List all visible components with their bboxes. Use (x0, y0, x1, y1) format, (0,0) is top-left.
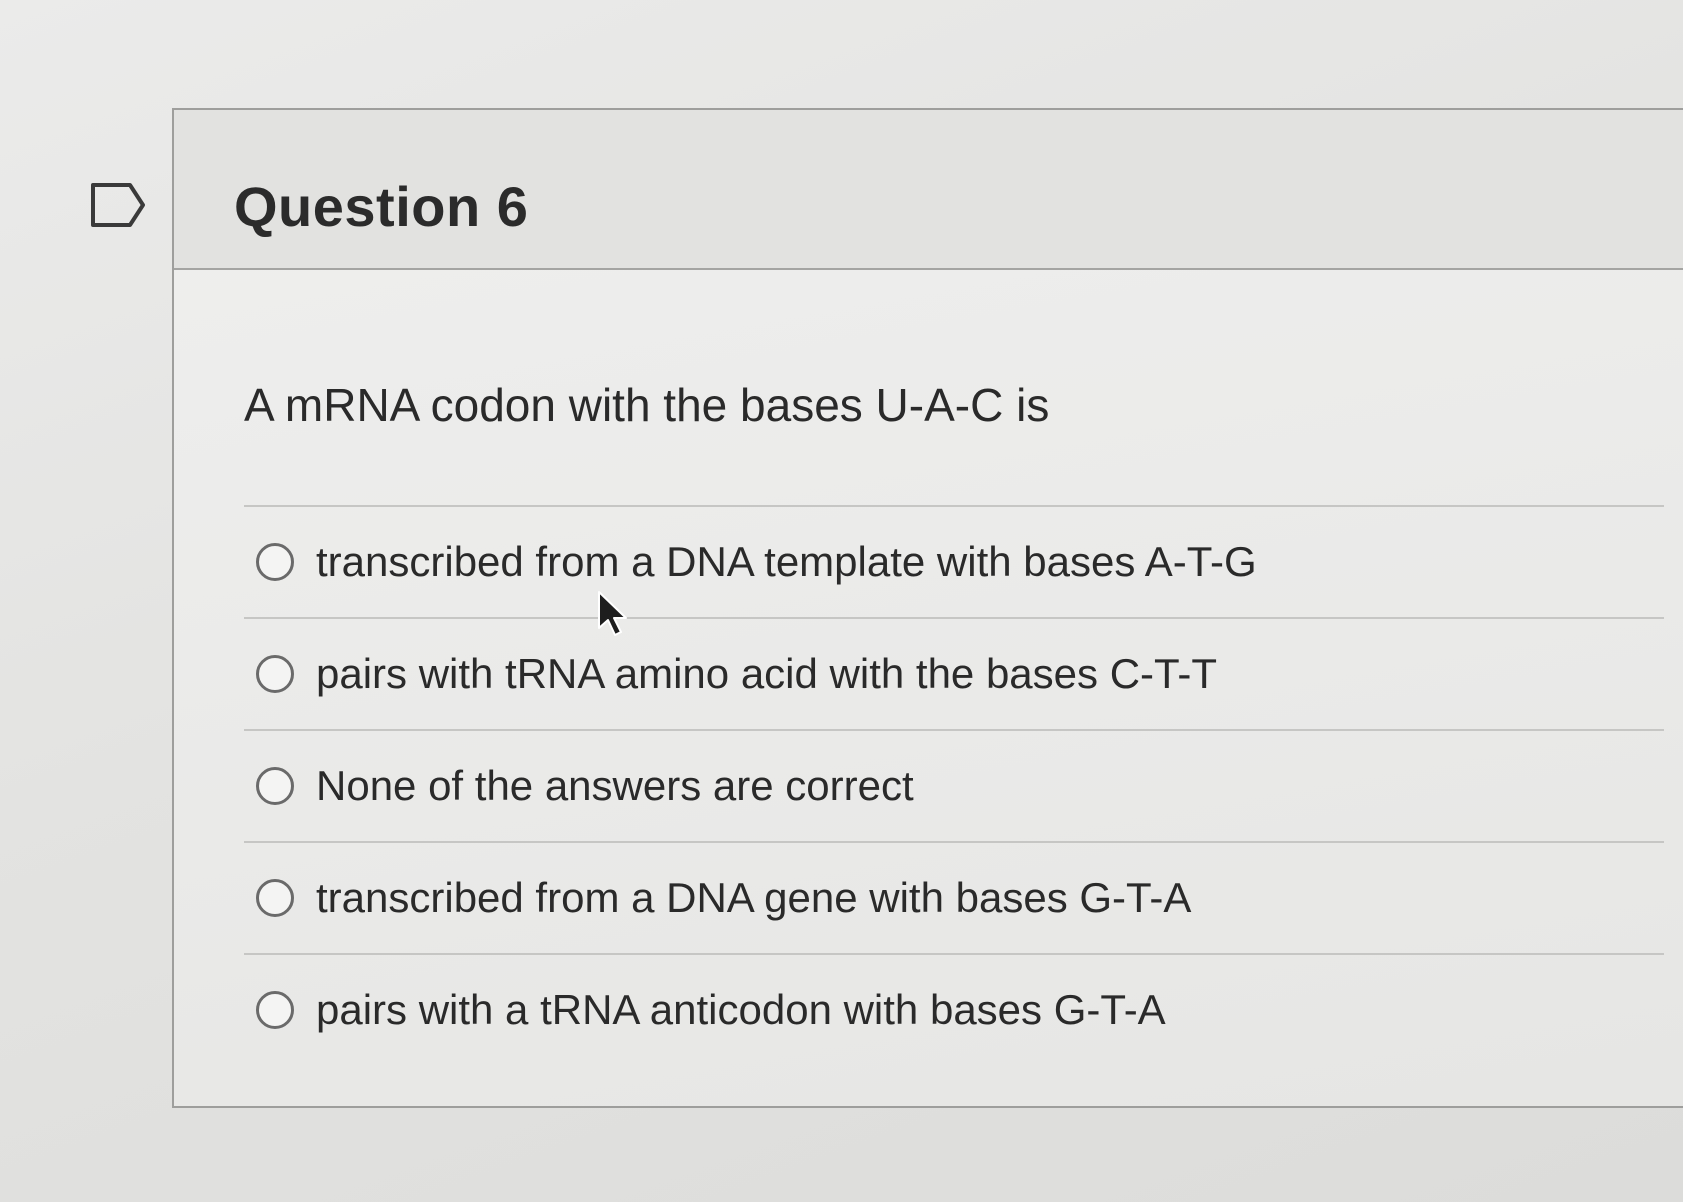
radio-button-icon[interactable] (256, 879, 294, 917)
answer-option-1[interactable]: transcribed from a DNA template with bas… (244, 505, 1664, 617)
radio-button-icon[interactable] (256, 543, 294, 581)
answer-option-2[interactable]: pairs with tRNA amino acid with the base… (244, 617, 1664, 729)
answer-option-5[interactable]: pairs with a tRNA anticodon with bases G… (244, 953, 1664, 1065)
answer-label[interactable]: None of the answers are correct (316, 762, 914, 810)
answer-label[interactable]: transcribed from a DNA gene with bases G… (316, 874, 1191, 922)
answer-label[interactable]: transcribed from a DNA template with bas… (316, 538, 1257, 586)
radio-button-icon[interactable] (256, 655, 294, 693)
answer-option-3[interactable]: None of the answers are correct (244, 729, 1664, 841)
question-header: Question 6 (174, 110, 1683, 270)
flag-outline-icon[interactable] (90, 182, 146, 228)
radio-button-icon[interactable] (256, 991, 294, 1029)
mouse-pointer-icon (598, 591, 627, 636)
question-title: Question 6 (234, 175, 529, 238)
radio-button-icon[interactable] (256, 767, 294, 805)
answer-label[interactable]: pairs with a tRNA anticodon with bases G… (316, 986, 1166, 1034)
quiz-page: Question 6 A mRNA codon with the bases U… (0, 0, 1683, 1202)
answer-list: transcribed from a DNA template with bas… (244, 505, 1664, 1065)
answer-label[interactable]: pairs with tRNA amino acid with the base… (316, 650, 1217, 698)
question-card: Question 6 A mRNA codon with the bases U… (172, 108, 1683, 1108)
question-prompt: A mRNA codon with the bases U-A-C is (244, 379, 1050, 431)
answer-option-4[interactable]: transcribed from a DNA gene with bases G… (244, 841, 1664, 953)
